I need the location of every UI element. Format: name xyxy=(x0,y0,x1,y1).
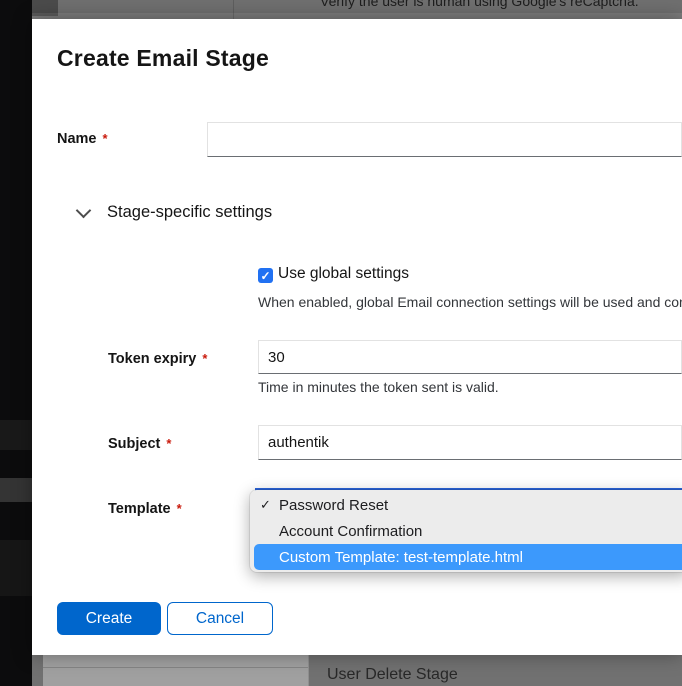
template-label: Template* xyxy=(108,501,182,517)
background-table-row-border xyxy=(43,667,308,668)
template-dropdown-menu: ✓ Password Reset Account Confirmation Cu… xyxy=(250,490,682,572)
background-page-bottom: User Delete Stage xyxy=(32,655,682,686)
background-table-cell xyxy=(43,655,308,686)
sidebar-item-shadow xyxy=(0,478,32,502)
sidebar-item-shadow xyxy=(0,420,32,450)
token-expiry-input[interactable] xyxy=(258,340,682,374)
sidebar-item-shadow xyxy=(0,540,32,596)
required-asterisk: * xyxy=(177,501,182,516)
use-global-settings-checkbox[interactable]: ✓ xyxy=(258,268,273,283)
screen: Verify the user is human using Google's … xyxy=(0,0,682,686)
background-table-divider xyxy=(233,0,234,19)
group-label: Stage-specific settings xyxy=(107,203,272,222)
background-row-user-delete-stage: User Delete Stage xyxy=(327,666,458,684)
subject-input[interactable] xyxy=(258,425,682,460)
modal-title: Create Email Stage xyxy=(57,45,269,72)
check-icon: ✓ xyxy=(260,270,270,282)
chevron-down-icon xyxy=(76,202,92,218)
create-email-stage-modal: Create Email Stage Name* Stage-specific … xyxy=(32,19,682,655)
selected-check-icon: ✓ xyxy=(260,497,276,513)
dropdown-option-password-reset[interactable]: ✓ Password Reset xyxy=(250,492,682,518)
required-asterisk: * xyxy=(103,131,108,146)
use-global-settings-helper: When enabled, global Email connection se… xyxy=(258,294,682,310)
create-button[interactable]: Create xyxy=(57,602,161,635)
name-input[interactable] xyxy=(207,122,682,157)
background-table-divider xyxy=(308,655,309,686)
token-expiry-label: Token expiry* xyxy=(108,351,207,367)
dropdown-option-account-confirmation[interactable]: Account Confirmation xyxy=(250,518,682,544)
use-global-settings-label[interactable]: Use global settings xyxy=(278,265,409,283)
subject-label: Subject* xyxy=(108,436,171,452)
required-asterisk: * xyxy=(202,351,207,366)
app-sidebar xyxy=(0,0,32,686)
name-label: Name* xyxy=(57,131,108,147)
required-asterisk: * xyxy=(166,436,171,451)
token-expiry-helper: Time in minutes the token sent is valid. xyxy=(258,379,682,395)
dropdown-option-custom-template[interactable]: Custom Template: test-template.html xyxy=(254,544,682,570)
background-page-top: Verify the user is human using Google's … xyxy=(32,0,682,19)
stage-specific-settings-toggle[interactable]: Stage-specific settings xyxy=(72,200,272,224)
cancel-button[interactable]: Cancel xyxy=(167,602,273,635)
background-recaptcha-text: Verify the user is human using Google's … xyxy=(320,0,639,9)
